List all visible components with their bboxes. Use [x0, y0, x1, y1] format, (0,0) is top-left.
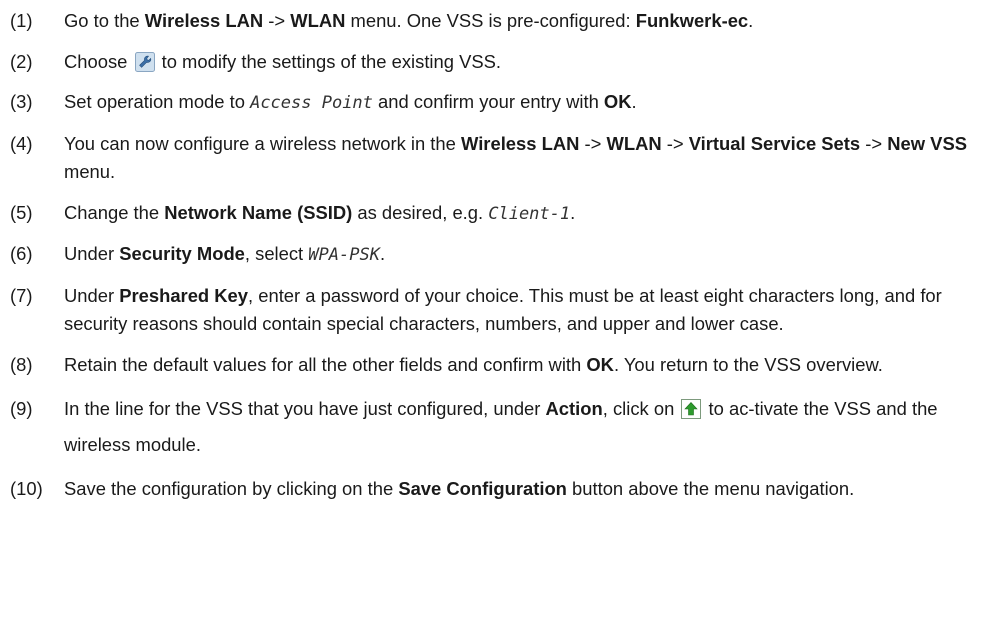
step-item: (10) Save the configuration by clicking o…	[10, 475, 976, 504]
step-text-segment: as desired, e.g.	[352, 201, 489, 223]
ui-term: Funkwerk-ec	[635, 10, 749, 31]
ui-term: Virtual Service Sets	[688, 132, 861, 154]
step-item: (8) Retain the default values for all the…	[10, 351, 976, 380]
step-text: Under Security Mode, select WPA-PSK.	[64, 240, 976, 270]
step-item: (6) Under Security Mode, select WPA-PSK.	[10, 240, 976, 270]
step-number: (3)	[10, 91, 33, 112]
ui-term: OK	[586, 353, 614, 375]
step-number: (4)	[10, 132, 33, 154]
step-text-segment: Set operation mode to	[64, 91, 251, 112]
step-text-segment: ->	[860, 132, 888, 154]
step-text-segment: .	[570, 201, 576, 223]
wrench-icon	[134, 51, 155, 72]
step-number: (9)	[10, 398, 33, 419]
step-text-segment: Choose	[64, 50, 133, 72]
step-number: (5)	[10, 201, 33, 223]
step-text: You can now configure a wireless network…	[64, 130, 976, 187]
step-text-segment: ->	[661, 132, 689, 154]
ui-term: Action	[545, 398, 603, 419]
step-text-segment: .	[748, 10, 754, 31]
step-text-segment: Retain the default values for all the ot…	[64, 353, 587, 375]
step-item: (3) Set operation mode to Access Point an…	[10, 88, 976, 118]
step-text-segment: menu.	[64, 161, 116, 182]
step-text-segment: and confirm your entry with	[372, 91, 604, 112]
step-number: (7)	[10, 284, 33, 306]
step-item: (1) Go to the Wireless LAN -> WLAN menu. …	[10, 7, 976, 36]
instruction-list: (1) Go to the Wireless LAN -> WLAN menu. …	[10, 7, 976, 516]
ui-term: WLAN	[606, 132, 662, 154]
ui-term: Wireless LAN	[144, 10, 264, 31]
step-text-segment: ->	[263, 10, 291, 31]
step-text: Set operation mode to Access Point and c…	[64, 88, 976, 118]
step-item: (5) Change the Network Name (SSID) as des…	[10, 199, 976, 229]
step-text: Save the configuration by clicking on th…	[64, 475, 976, 504]
step-number: (8)	[10, 353, 33, 375]
step-number: (1)	[10, 10, 33, 31]
step-text: Go to the Wireless LAN -> WLAN menu. One…	[64, 7, 976, 36]
step-text-segment: ->	[579, 132, 607, 154]
ui-term: Preshared Key	[119, 284, 249, 306]
step-text-segment: , click on	[602, 398, 680, 419]
step-item: (9) In the line for the VSS that you have…	[10, 391, 976, 463]
step-text-segment: menu. One VSS is pre-configured:	[345, 10, 636, 31]
step-number: (2)	[10, 50, 33, 72]
ui-term: New VSS	[887, 132, 967, 154]
ui-term: OK	[603, 91, 632, 112]
step-text-segment: In the line for the VSS that you have ju…	[64, 398, 546, 419]
step-text-segment: .	[379, 243, 386, 264]
step-text-segment: .	[631, 91, 637, 112]
step-item: (2) Choose to modify the settings of the …	[10, 48, 976, 77]
step-item: (7) Under Preshared Key, enter a password…	[10, 282, 976, 339]
step-text: Under Preshared Key, enter a password of…	[64, 282, 976, 339]
step-text-segment: Save the configuration by clicking on th…	[64, 478, 399, 499]
step-text-segment: Go to the	[64, 10, 145, 31]
ui-term: Security Mode	[119, 243, 245, 264]
step-number: (10)	[10, 478, 43, 499]
step-text-segment: Under	[64, 243, 120, 264]
step-text-segment: . You return to the VSS overview.	[613, 353, 883, 375]
field-value: Access Point	[250, 93, 373, 113]
step-text-segment: Change the	[64, 201, 165, 223]
step-text: Retain the default values for all the ot…	[64, 351, 976, 380]
step-number: (6)	[10, 243, 33, 264]
step-item: (4) You can now configure a wireless netw…	[10, 130, 976, 187]
step-text-segment: , select	[244, 243, 309, 264]
ui-term: Wireless LAN	[461, 132, 580, 154]
step-text: In the line for the VSS that you have ju…	[64, 391, 976, 463]
step-text-segment: button above the menu navigation.	[566, 478, 855, 499]
step-text-segment: to modify the settings of the existing V…	[156, 50, 501, 72]
field-value: WPA-PSK	[308, 245, 380, 265]
step-text: Change the Network Name (SSID) as desire…	[64, 199, 976, 229]
activate-arrow-icon	[681, 395, 702, 419]
ui-term: WLAN	[290, 10, 346, 31]
ui-term: Network Name (SSID)	[164, 201, 353, 223]
step-text-segment: You can now configure a wireless network…	[64, 132, 461, 154]
step-text-segment: Under	[64, 284, 120, 306]
field-value: Client-1	[488, 203, 571, 224]
ui-term: Save Configuration	[398, 478, 567, 499]
step-text: Choose to modify the settings of the exi…	[64, 48, 976, 77]
